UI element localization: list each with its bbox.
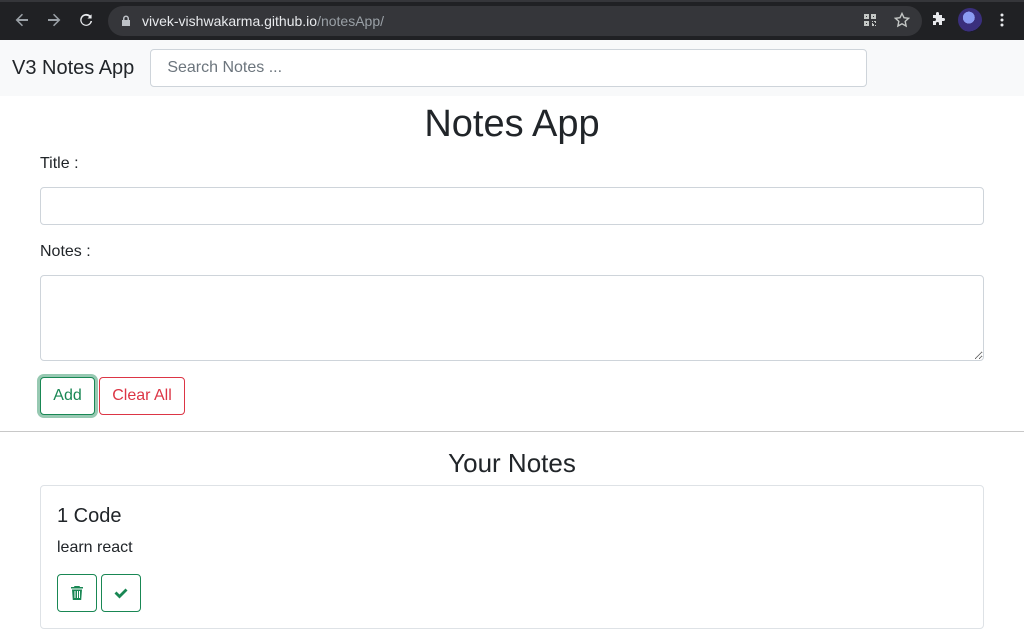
note-title: 1 Code: [57, 505, 122, 527]
address-bar[interactable]: vivek-vishwakarma.github.io/notesApp/: [108, 6, 922, 36]
qr-code-icon[interactable]: [858, 8, 882, 32]
title-field[interactable]: [40, 187, 984, 225]
notes-label: Notes :: [40, 243, 91, 260]
note-body: learn react: [57, 539, 133, 556]
divider: [0, 431, 1024, 432]
navbar: V3 Notes App: [0, 40, 1024, 96]
navbar-brand[interactable]: V3 Notes App: [12, 57, 134, 80]
bookmark-star-icon[interactable]: [890, 8, 914, 32]
forward-icon[interactable]: [38, 4, 70, 36]
page-title: Notes App: [424, 103, 600, 145]
check-icon: [114, 588, 128, 599]
notes-heading: Your Notes: [448, 448, 576, 478]
menu-kebab-icon[interactable]: [990, 8, 1014, 32]
notes-field[interactable]: [40, 275, 984, 361]
add-button[interactable]: Add: [40, 377, 95, 415]
profile-avatar[interactable]: [958, 8, 982, 32]
url-host: vivek-vishwakarma.github.io: [142, 13, 318, 29]
omnibox-actions: [858, 8, 914, 32]
note-card: 1 Code learn react: [40, 485, 984, 629]
trash-icon: [71, 586, 83, 600]
form-actions: Add Clear All: [40, 377, 984, 415]
extensions-icon[interactable]: [926, 8, 950, 32]
search-input[interactable]: [150, 49, 868, 87]
note-actions: [57, 574, 967, 612]
url-path: /notesApp/: [317, 13, 385, 29]
browser-chrome: vivek-vishwakarma.github.io/notesApp/: [0, 0, 1024, 40]
clear-all-button[interactable]: Clear All: [99, 377, 185, 415]
title-label: Title :: [40, 155, 79, 172]
mark-done-button[interactable]: [101, 574, 141, 612]
delete-note-button[interactable]: [57, 574, 97, 612]
tab-strip-edge: [0, 0, 1024, 2]
reload-icon[interactable]: [70, 4, 102, 36]
toolbar-right: [926, 8, 1014, 32]
lock-icon: [122, 15, 130, 26]
note-form: Notes App Title : Notes : Add Clear All: [0, 102, 1024, 415]
back-icon[interactable]: [6, 4, 38, 36]
